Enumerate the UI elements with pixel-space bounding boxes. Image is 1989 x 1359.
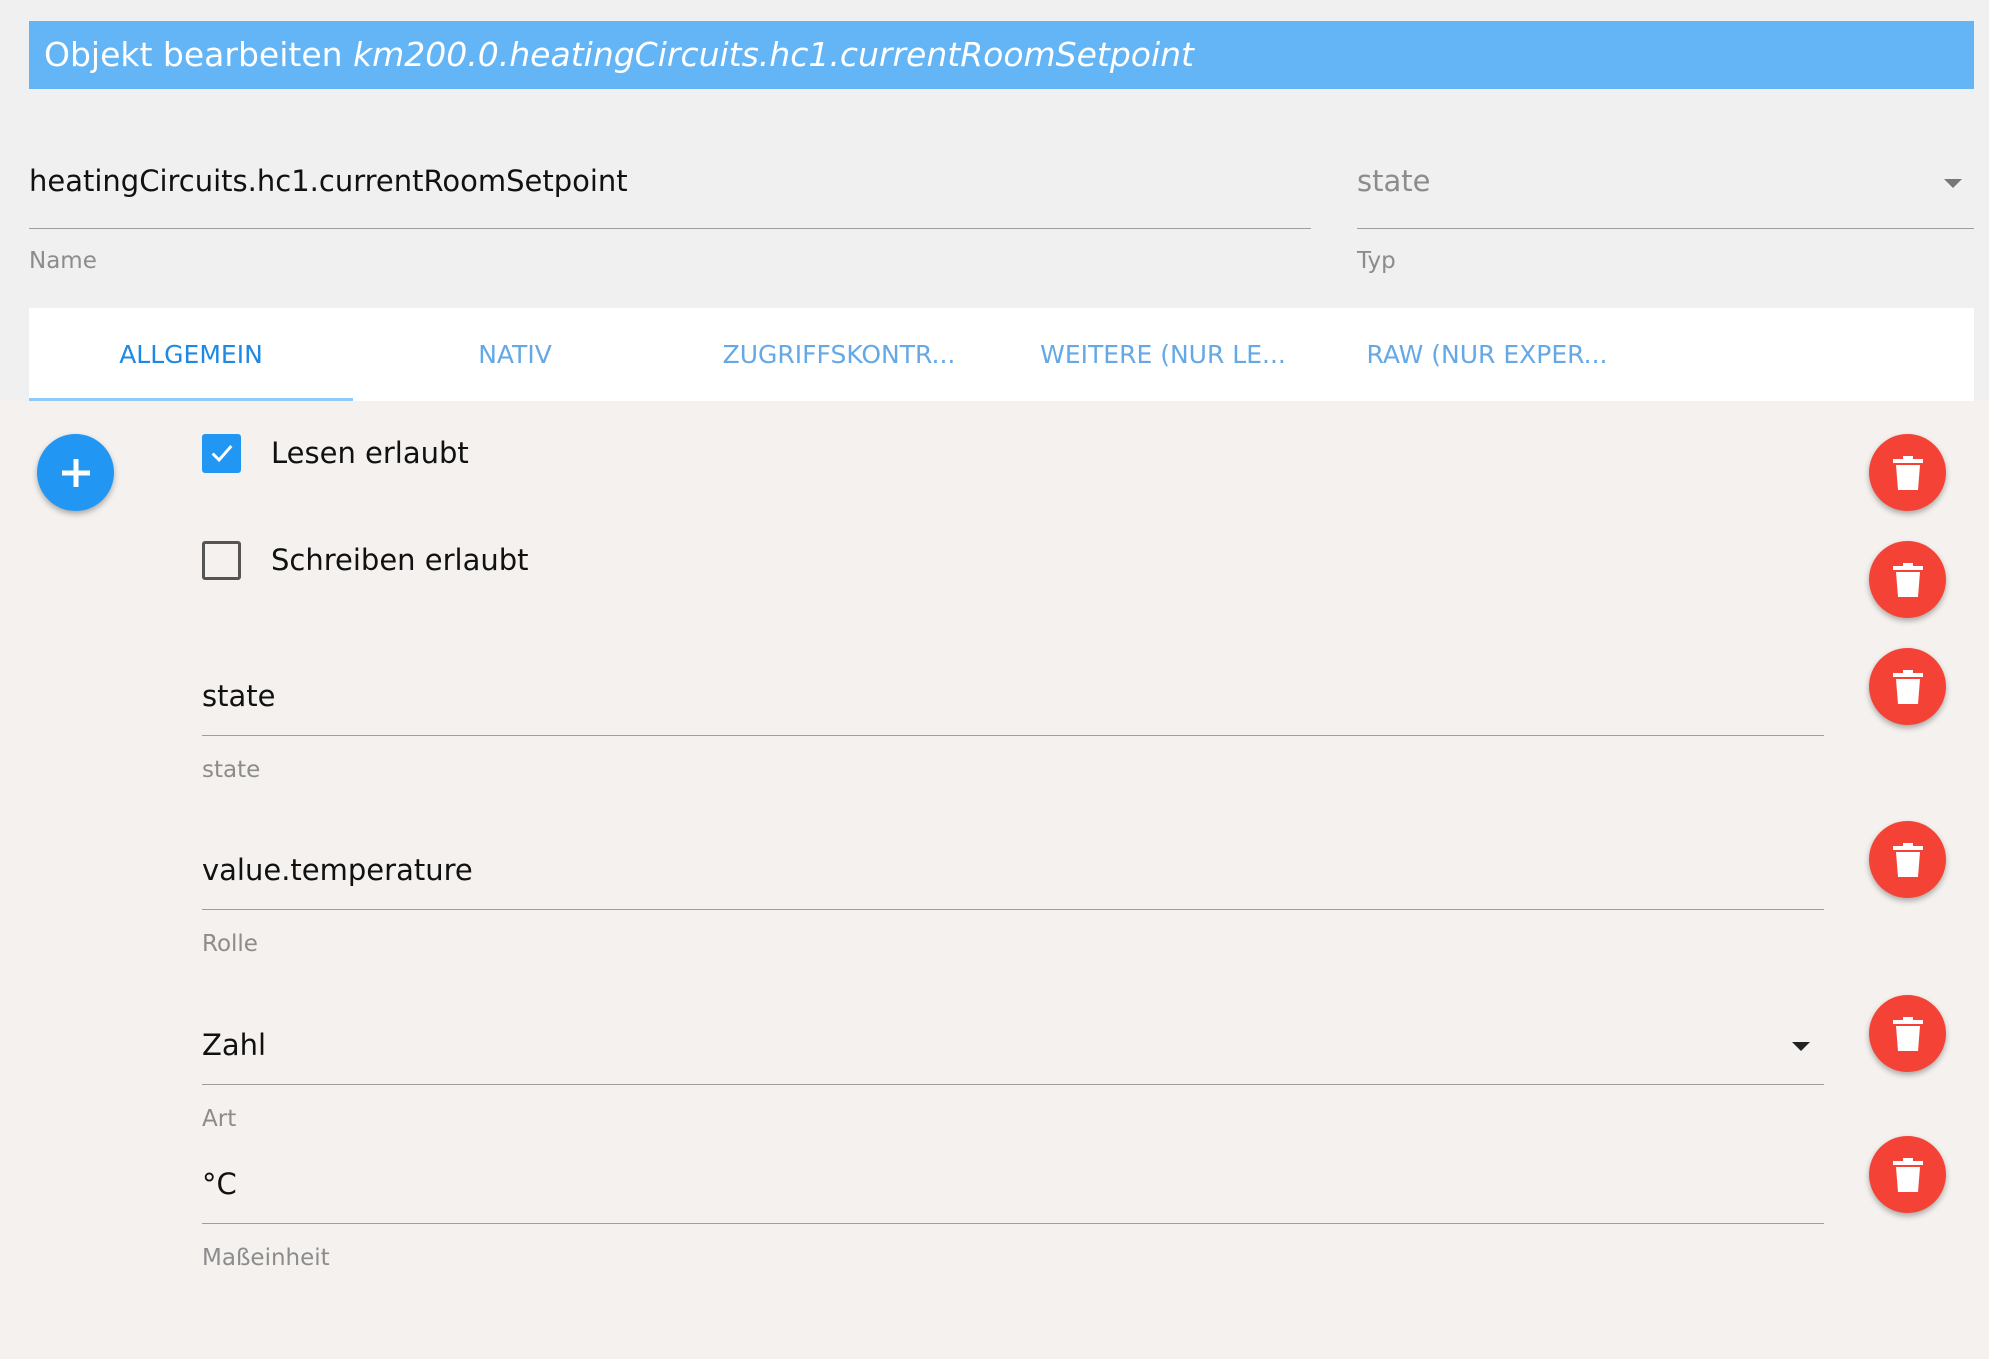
caret-down-icon[interactable]	[1944, 179, 1962, 188]
dialog-title: Objekt bearbeiten km200.0.heatingCircuit…	[29, 21, 1974, 89]
trash-icon	[1892, 455, 1923, 490]
trash-icon	[1892, 1157, 1923, 1192]
write-allowed-checkbox[interactable]	[202, 540, 241, 580]
read-allowed-row[interactable]: Lesen erlaubt	[202, 431, 469, 475]
tab-content-allgemein: Lesen erlaubt Schreiben erlaubt state st…	[0, 401, 1989, 1359]
read-allowed-label: Lesen erlaubt	[271, 436, 469, 470]
trash-icon	[1892, 669, 1923, 704]
add-attribute-button[interactable]	[37, 434, 114, 511]
role-underline	[202, 909, 1824, 910]
delete-read-button[interactable]	[1869, 434, 1946, 511]
check-icon	[211, 445, 232, 463]
trash-icon	[1892, 842, 1923, 877]
dialog-title-prefix: Objekt bearbeiten	[44, 35, 343, 74]
unit-input[interactable]: °C	[202, 1167, 237, 1201]
state-field[interactable]: state state	[202, 679, 1824, 783]
art-select-value[interactable]: Zahl	[202, 1028, 266, 1062]
type-underline	[1357, 228, 1974, 229]
delete-unit-button[interactable]	[1869, 1136, 1946, 1213]
write-allowed-row[interactable]: Schreiben erlaubt	[202, 538, 529, 582]
type-select[interactable]: state Typ	[1357, 160, 1974, 274]
role-input[interactable]: value.temperature	[202, 853, 473, 887]
unit-field[interactable]: °C Maßeinheit	[202, 1167, 1824, 1271]
write-allowed-label: Schreiben erlaubt	[271, 543, 529, 577]
tab-raw[interactable]: RAW (NUR EXPER...	[1325, 308, 1649, 401]
name-underline	[29, 228, 1311, 229]
unit-underline	[202, 1223, 1824, 1224]
trash-icon	[1892, 1016, 1923, 1051]
name-field[interactable]: heatingCircuits.hc1.currentRoomSetpoint …	[29, 160, 1311, 274]
state-input[interactable]: state	[202, 679, 275, 713]
tab-weitere[interactable]: WEITERE (NUR LE...	[1001, 308, 1325, 401]
name-input[interactable]: heatingCircuits.hc1.currentRoomSetpoint	[29, 164, 628, 198]
type-select-value[interactable]: state	[1357, 164, 1430, 198]
tab-allgemein[interactable]: ALLGEMEIN	[29, 308, 353, 401]
plus-icon	[61, 458, 90, 487]
read-allowed-checkbox[interactable]	[202, 433, 241, 473]
role-field[interactable]: value.temperature Rolle	[202, 853, 1824, 957]
caret-down-icon[interactable]	[1792, 1042, 1810, 1051]
unit-label: Maßeinheit	[202, 1245, 330, 1271]
art-underline	[202, 1084, 1824, 1085]
tabs-bar: ALLGEMEIN NATIV ZUGRIFFSKONTR... WEITERE…	[29, 308, 1974, 401]
trash-icon	[1892, 562, 1923, 597]
state-underline	[202, 735, 1824, 736]
name-label: Name	[29, 248, 97, 274]
tab-nativ[interactable]: NATIV	[353, 308, 677, 401]
tab-zugriffskontrolle[interactable]: ZUGRIFFSKONTR...	[677, 308, 1001, 401]
delete-write-button[interactable]	[1869, 541, 1946, 618]
type-label: Typ	[1357, 248, 1396, 274]
type-art-select[interactable]: Zahl Art	[202, 1028, 1824, 1132]
delete-role-button[interactable]	[1869, 821, 1946, 898]
delete-art-button[interactable]	[1869, 995, 1946, 1072]
delete-state-button[interactable]	[1869, 648, 1946, 725]
state-label: state	[202, 757, 261, 783]
dialog-title-object-id: km200.0.heatingCircuits.hc1.currentRoomS…	[353, 35, 1194, 74]
role-label: Rolle	[202, 931, 258, 957]
art-label: Art	[202, 1106, 237, 1132]
